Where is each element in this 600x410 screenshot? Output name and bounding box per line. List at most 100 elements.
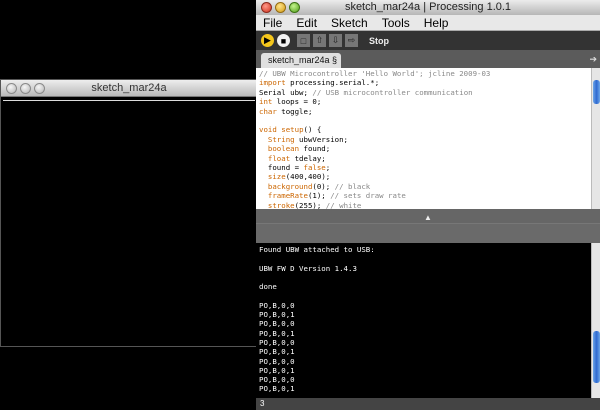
console-line: Found UBW attached to USB: [259, 245, 375, 254]
save-icon: ⇩ [331, 35, 340, 45]
code-text[interactable]: // UBW Microcontroller 'Hello World'; jc… [259, 69, 490, 209]
code-token: (0); [312, 181, 335, 191]
console[interactable]: Found UBW attached to USB: UBW FW D Vers… [256, 243, 600, 398]
code-token: frameRate [267, 191, 308, 201]
processing-titlebar[interactable]: sketch_mar24a | Processing 1.0.1 [256, 0, 600, 15]
code-token: (255); [294, 200, 326, 209]
save-button[interactable]: ⇩ [329, 34, 342, 47]
code-token: loops = 0; [272, 97, 322, 107]
console-scroll-thumb[interactable] [593, 331, 600, 383]
processing-window: sketch_mar24a | Processing 1.0.1 File Ed… [256, 0, 600, 410]
code-token: size [267, 172, 286, 182]
new-icon: □ [300, 35, 307, 46]
sketch-window: sketch_mar24a [0, 79, 258, 347]
code-line[interactable]: import processing.serial.*; [259, 78, 490, 87]
code-line[interactable]: char toggle; [259, 107, 490, 116]
menu-bar: File Edit Sketch Tools Help [256, 15, 600, 31]
collapse-arrow-icon[interactable]: ▲ [424, 213, 432, 222]
code-token: import [259, 78, 286, 88]
code-line[interactable]: size(400,400); [259, 172, 490, 181]
code-token: processing.serial.*; [285, 78, 380, 88]
new-button[interactable]: □ [297, 34, 310, 47]
menu-help[interactable]: Help [417, 15, 456, 30]
code-token: toggle; [276, 106, 313, 116]
message-area [256, 223, 600, 243]
code-token: int [259, 97, 273, 107]
code-line[interactable]: int loops = 0; [259, 97, 490, 106]
run-button[interactable]: ▶ [261, 34, 274, 47]
console-line: PO,B,0,0 [259, 375, 295, 385]
code-line[interactable] [259, 116, 490, 125]
menu-edit[interactable]: Edit [289, 15, 324, 30]
code-token: // USB microcontroller communication [312, 87, 473, 97]
code-token: String [259, 134, 295, 144]
editor-scroll-thumb[interactable] [593, 80, 600, 104]
open-button[interactable]: ⇧ [313, 34, 326, 47]
code-token: (1); [307, 191, 331, 201]
menu-file[interactable]: File [256, 15, 289, 30]
code-line[interactable]: found = false; [259, 163, 490, 172]
code-line[interactable]: String ubwVersion; [259, 135, 490, 144]
code-line[interactable]: Serial ubw; // USB microcontroller commu… [259, 88, 490, 97]
code-editor[interactable]: // UBW Microcontroller 'Hello World'; jc… [256, 68, 600, 209]
sketch-canvas[interactable] [3, 100, 255, 344]
play-icon: ▶ [264, 35, 271, 45]
console-text: Found UBW attached to USB: UBW FW D Vers… [259, 245, 375, 394]
menu-tools[interactable]: Tools [375, 15, 417, 30]
sketch-titlebar[interactable]: sketch_mar24a [1, 80, 257, 97]
code-token: // white [325, 200, 362, 209]
code-line[interactable]: stroke(255); // white [259, 201, 490, 209]
export-button[interactable]: ⇨ [345, 34, 358, 47]
code-line[interactable]: background(0); // black [259, 182, 490, 191]
code-token: false [303, 163, 326, 173]
tab-sketch[interactable]: sketch_mar24a § [261, 53, 341, 68]
console-scrollbar[interactable] [591, 243, 600, 398]
stop-button[interactable]: ■ [277, 34, 290, 47]
code-token: char [259, 106, 277, 116]
stop-icon: ■ [280, 35, 287, 46]
console-line: PO,B,0,1 [259, 310, 295, 320]
console-line: PO,B,0,0 [259, 300, 295, 310]
code-token: // sets draw rate [330, 191, 406, 201]
tab-bar: sketch_mar24a § ➔ [256, 50, 600, 68]
console-line: PO,B,0,0 [259, 337, 295, 347]
code-line[interactable]: frameRate(1); // sets draw rate [259, 191, 490, 200]
console-line: PO,B,0,1 [259, 328, 295, 338]
editor-scrollbar[interactable] [591, 68, 600, 209]
code-token: tdelay; [290, 153, 326, 163]
tab-menu-arrow-icon[interactable]: ➔ [589, 54, 597, 65]
line-number: 3 [260, 399, 265, 408]
code-token: // black [334, 181, 371, 191]
code-token: boolean [259, 144, 300, 154]
code-line[interactable]: float tdelay; [259, 154, 490, 163]
export-icon: ⇨ [347, 35, 356, 45]
code-token: stroke [267, 200, 295, 209]
code-token: Serial ubw; [259, 87, 313, 97]
code-line[interactable]: void setup() { [259, 125, 490, 134]
open-icon: ⇧ [315, 35, 324, 45]
console-line: PO,B,0,0 [259, 356, 295, 366]
code-line[interactable]: // UBW Microcontroller 'Hello World'; jc… [259, 69, 490, 78]
sketch-window-title: sketch_mar24a [91, 82, 167, 94]
editor-console-divider[interactable]: ▲ [256, 209, 600, 243]
code-line[interactable]: boolean found; [259, 144, 490, 153]
console-line: UBW FW D Version 1.4.3 [259, 263, 357, 273]
code-token: background [267, 181, 313, 191]
console-line: done [259, 282, 277, 292]
console-line: PO,B,0,1 [259, 365, 295, 375]
menu-sketch[interactable]: Sketch [324, 15, 375, 30]
code-token: found; [299, 144, 331, 154]
code-token: ; [325, 163, 331, 173]
code-token: void [259, 125, 277, 135]
console-line: PO,B,0,0 [259, 319, 295, 329]
code-token: float [259, 153, 291, 163]
toolbar-status-label: Stop [369, 35, 389, 46]
code-token: setup [281, 125, 304, 135]
processing-window-title: sketch_mar24a | Processing 1.0.1 [344, 1, 512, 13]
console-line: PO,B,0,1 [259, 384, 295, 394]
